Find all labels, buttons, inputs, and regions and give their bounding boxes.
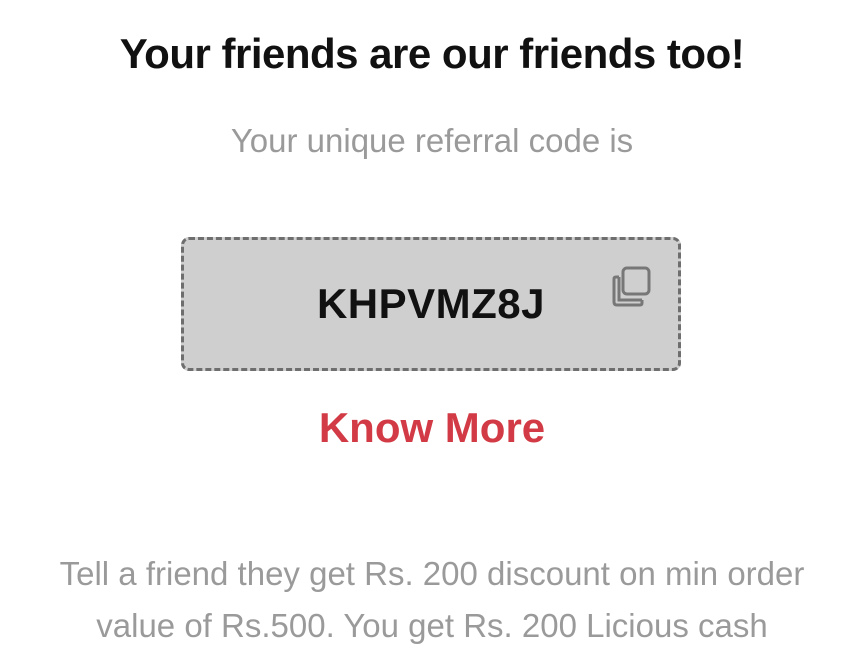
referral-description: Tell a friend they get Rs. 200 discount … <box>59 555 805 644</box>
page-title: Your friends are our friends too! <box>119 30 745 77</box>
referral-code: KHPVMZ8J <box>316 280 546 327</box>
copy-icon[interactable] <box>610 264 656 310</box>
referral-subtitle: Your unique referral code is <box>230 122 634 159</box>
referral-code-box[interactable]: KHPVMZ8J <box>181 237 681 371</box>
know-more-link[interactable]: Know More <box>0 404 864 452</box>
